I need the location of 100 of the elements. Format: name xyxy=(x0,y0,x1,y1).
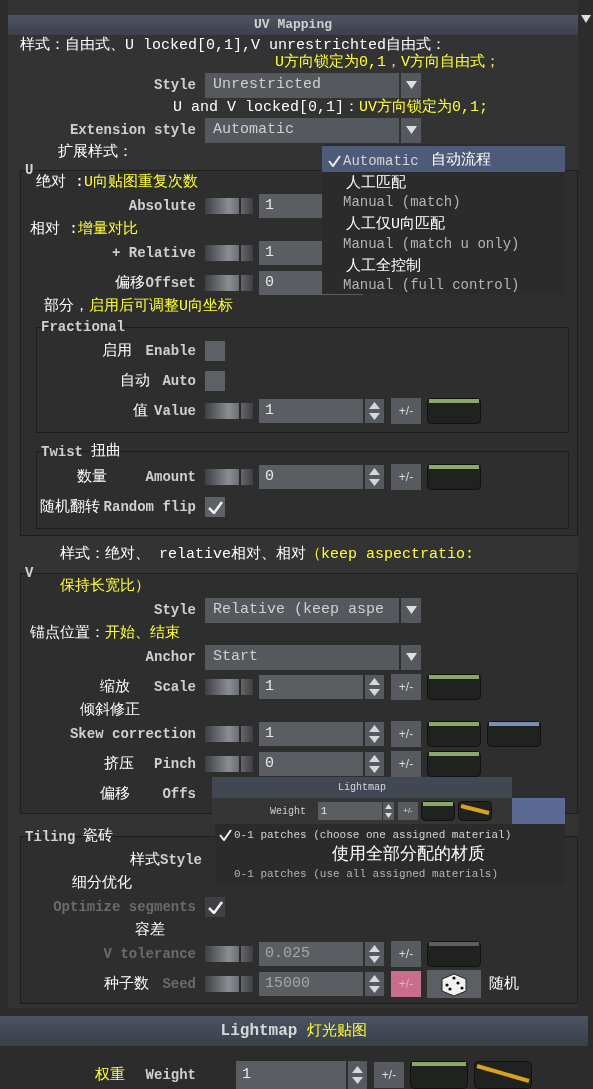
jog-icon[interactable] xyxy=(205,275,253,291)
number-field[interactable]: 1 xyxy=(236,1061,346,1089)
number-field[interactable]: 1 xyxy=(259,675,363,699)
field-label: Style xyxy=(160,852,202,868)
plus-minus-button[interactable]: +/- xyxy=(391,721,421,747)
spin-button[interactable] xyxy=(348,1061,367,1089)
jog-icon[interactable] xyxy=(205,198,253,214)
annotation-text: 瓷砖 xyxy=(83,828,114,845)
curve-preview[interactable] xyxy=(427,721,481,747)
annotation-text: 使用全部分配的材质 xyxy=(332,846,485,863)
check-icon xyxy=(207,900,223,914)
panel-header[interactable]: UV Mapping xyxy=(8,15,578,35)
field-label: Optimize segments xyxy=(53,899,196,915)
field-label: Offs xyxy=(162,786,196,802)
annotation-text: 保持长宽比） xyxy=(60,578,150,595)
checkbox[interactable] xyxy=(205,371,225,391)
curve-preview[interactable] xyxy=(487,721,541,747)
field-label: Auto xyxy=(162,373,196,389)
checkbox[interactable] xyxy=(205,341,225,361)
field-label: + Relative xyxy=(112,245,196,261)
field-label: Weight xyxy=(270,804,307,819)
field-label: Random flip xyxy=(103,499,196,515)
plus-minus-button[interactable]: +/- xyxy=(391,398,421,424)
annotation-text: 容差 xyxy=(135,922,165,939)
annotation-text: 自动 xyxy=(120,372,150,390)
menu-item[interactable]: Automatic xyxy=(322,152,419,169)
group-title: Fractional xyxy=(41,319,125,335)
plus-minus-button[interactable]: +/- xyxy=(398,802,418,820)
number-field[interactable]: 0 xyxy=(259,752,363,776)
caret-icon[interactable] xyxy=(580,15,591,23)
field-label: Amount xyxy=(145,469,196,485)
annotation-text: 扭曲 xyxy=(91,443,121,460)
panel-header[interactable]: Lightmap 灯光贴图 xyxy=(0,1016,588,1046)
color-swatch[interactable] xyxy=(512,798,565,824)
field-label: Seed xyxy=(162,976,196,992)
curve-preview[interactable] xyxy=(427,464,481,490)
menu-item[interactable]: 0-1 patches (use all assigned materials) xyxy=(215,866,499,882)
spin-button[interactable] xyxy=(365,399,384,423)
annotation-text: 偏移 xyxy=(115,274,145,292)
field-label: Style xyxy=(154,602,196,618)
annotation-text: 人工仅U向匹配 xyxy=(346,216,445,233)
field-label: Style xyxy=(154,77,196,93)
menu-item[interactable]: 0-1 patches (choose one assigned material) xyxy=(215,827,512,843)
annotation-text: 数量 xyxy=(77,468,107,486)
caret-icon xyxy=(405,606,417,614)
spin-button[interactable] xyxy=(365,465,384,489)
group-title: V xyxy=(25,565,34,581)
annotation-text: U方向锁定为0,1，V方向自由式； xyxy=(275,54,500,71)
jog-icon[interactable] xyxy=(205,403,253,419)
annotation-text: 随机翻转 xyxy=(40,498,100,516)
jog-icon[interactable] xyxy=(205,679,253,695)
random-seed-button[interactable] xyxy=(427,970,481,998)
field-label: Skew correction xyxy=(69,726,196,742)
jog-icon[interactable] xyxy=(205,726,253,742)
annotation-text: 扩展样式： xyxy=(58,144,133,161)
number-field[interactable]: 1 xyxy=(259,399,363,423)
annotation-text: 细分优化 xyxy=(72,875,132,892)
popup-header[interactable]: Lightmap xyxy=(212,777,512,798)
jog-icon[interactable] xyxy=(205,469,253,485)
jog-icon[interactable] xyxy=(205,976,253,992)
checkbox[interactable] xyxy=(205,497,225,517)
spin-button[interactable] xyxy=(365,752,384,776)
curve-preview[interactable] xyxy=(410,1061,468,1089)
field-label: Offset xyxy=(145,275,196,291)
number-field[interactable]: 1 xyxy=(259,722,363,746)
number-field[interactable]: 1 xyxy=(318,802,382,820)
spin-button[interactable] xyxy=(365,942,384,966)
annotation-text: U and V locked[0,1]：UV方向锁定为0,1; xyxy=(173,99,489,116)
spin-button[interactable] xyxy=(365,972,384,996)
annotation-text: 随机 xyxy=(489,975,519,993)
annotation-text: 偏移 xyxy=(100,785,130,803)
group-title: Tiling xyxy=(25,828,76,845)
spin-button[interactable] xyxy=(365,722,384,746)
curve-preview[interactable] xyxy=(427,398,481,424)
jog-icon[interactable] xyxy=(205,946,253,962)
annotation-text: 自动流程 xyxy=(430,152,491,170)
field-label: V tolerance xyxy=(103,946,196,962)
annotation-text: 种子数 xyxy=(104,975,149,993)
number-field[interactable]: 0 xyxy=(259,465,363,489)
curve-preview[interactable] xyxy=(427,751,481,777)
field-label: Absolute xyxy=(128,198,196,214)
plus-minus-button[interactable]: +/- xyxy=(391,464,421,490)
curve-preview[interactable] xyxy=(427,674,481,700)
jog-icon[interactable] xyxy=(205,756,253,772)
field-label: Value xyxy=(154,403,196,419)
annotation-text: 倾斜修正 xyxy=(80,702,140,719)
annotation-text: 人工匹配 xyxy=(346,174,406,192)
curve-preview[interactable] xyxy=(421,801,455,821)
spin-button[interactable] xyxy=(383,802,394,820)
plus-minus-button[interactable]: +/- xyxy=(391,751,421,777)
curve-preview[interactable] xyxy=(474,1061,532,1089)
field-label: Scale xyxy=(154,679,196,695)
jog-icon[interactable] xyxy=(205,245,253,261)
annotation-text: 挤压 xyxy=(104,755,134,773)
plus-minus-button[interactable]: +/- xyxy=(391,674,421,700)
spin-button[interactable] xyxy=(365,675,384,699)
check-icon xyxy=(219,829,232,841)
curve-preview[interactable] xyxy=(458,801,492,821)
plus-minus-button[interactable]: +/- xyxy=(374,1062,404,1088)
panel-title: Lightmap xyxy=(220,1021,298,1042)
